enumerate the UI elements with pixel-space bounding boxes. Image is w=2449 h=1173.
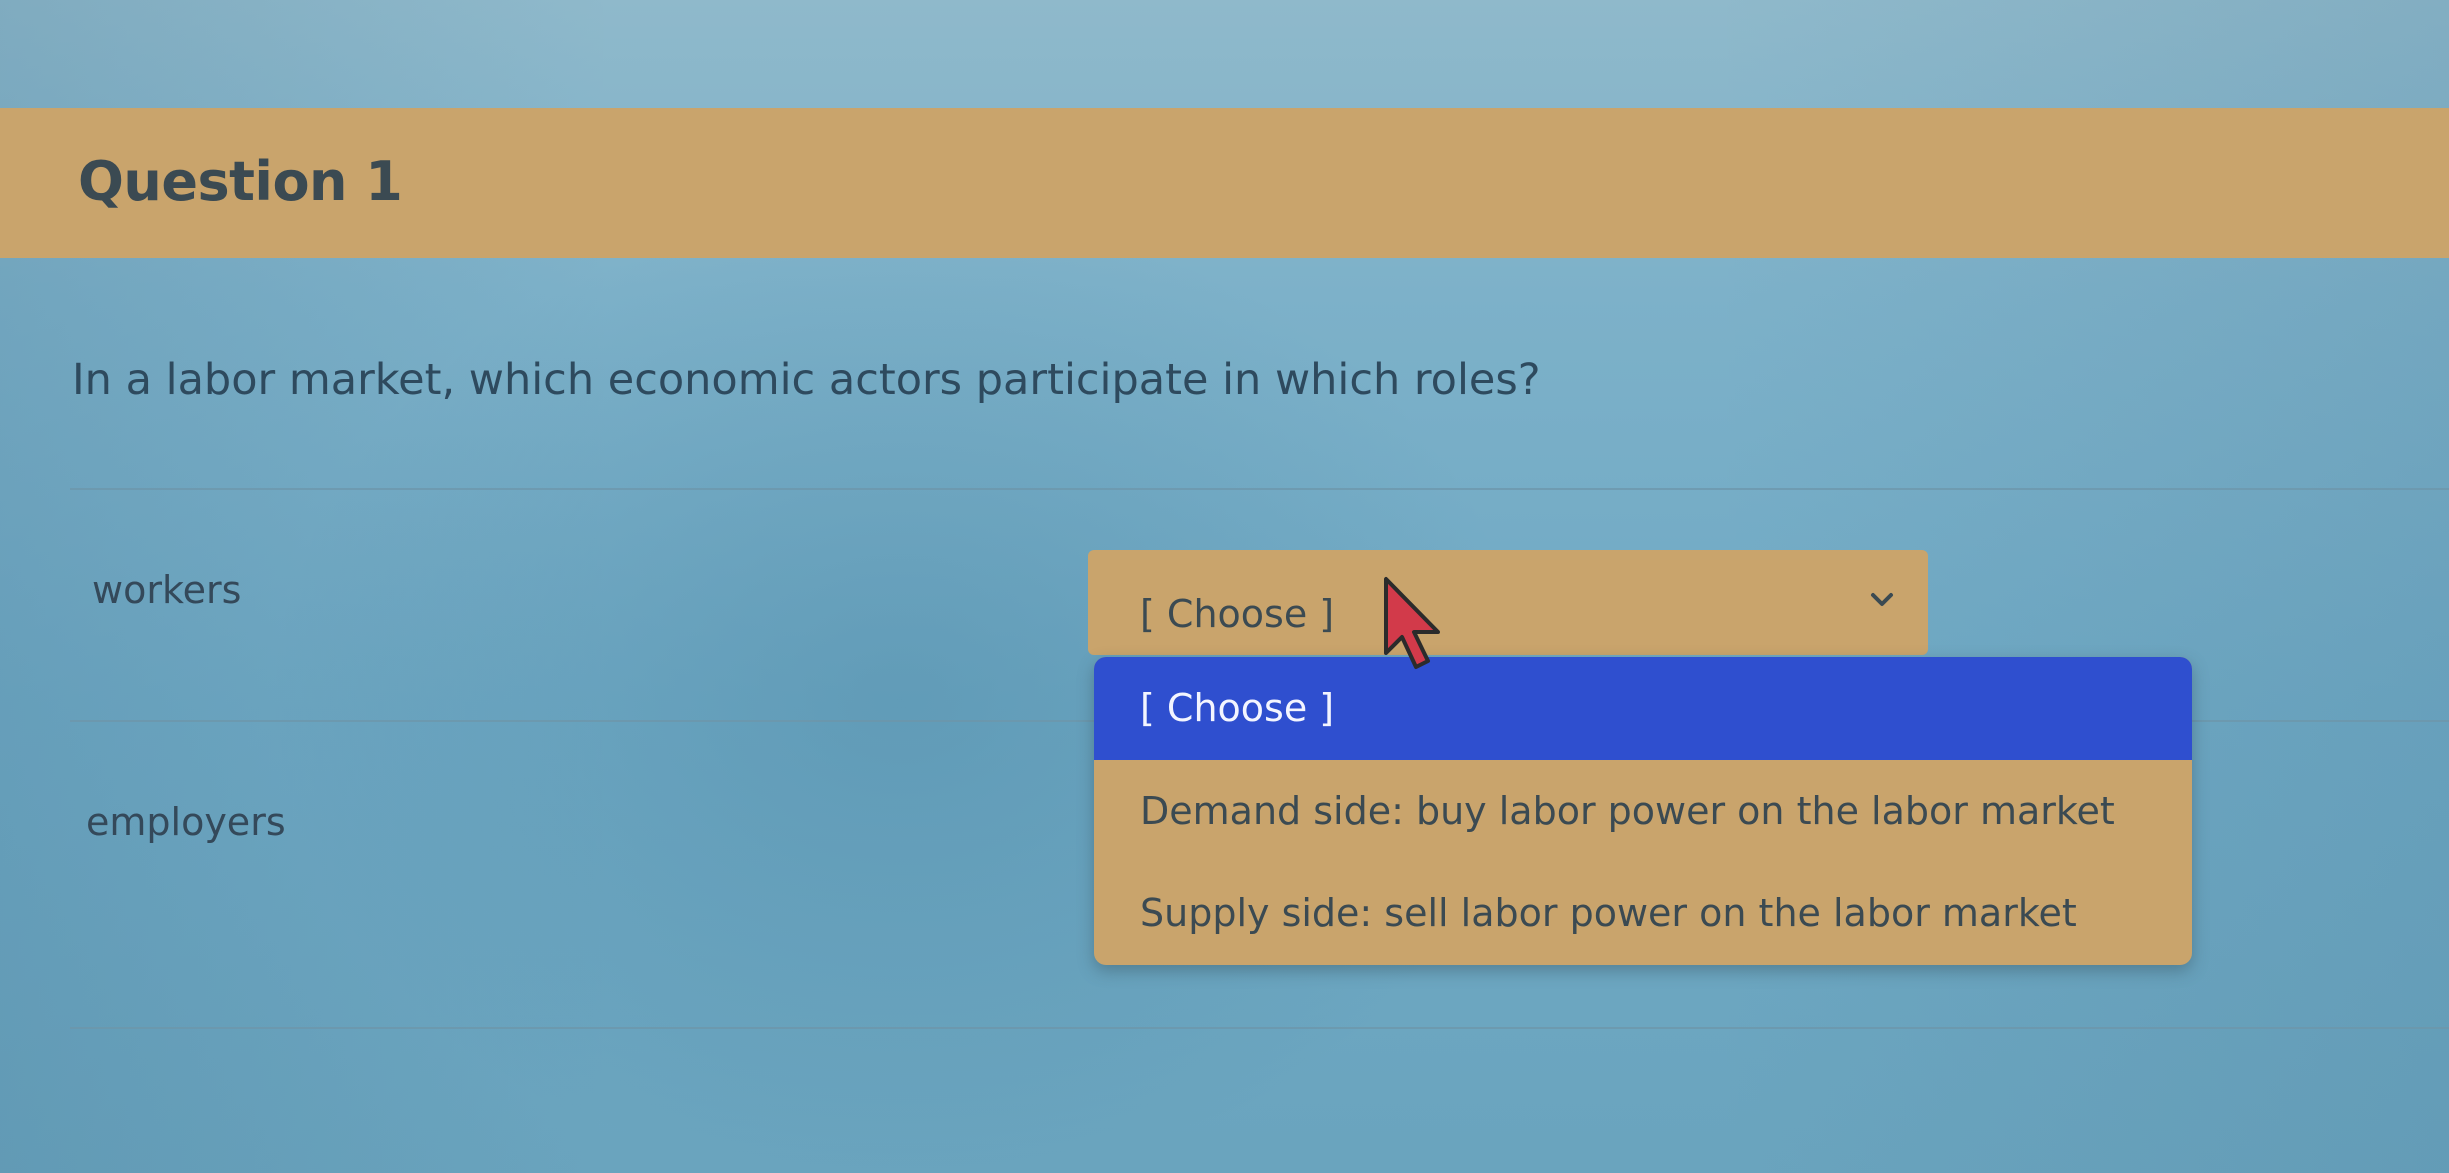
option-choose[interactable]: [ Choose ] — [1094, 657, 2192, 760]
chevron-down-icon — [1871, 593, 1893, 606]
workers-select[interactable]: [ Choose ] — [1088, 550, 1928, 655]
question-prompt: In a labor market, which economic actors… — [72, 355, 1541, 405]
row-label-employers: employers — [86, 800, 286, 844]
option-demand-side[interactable]: Demand side: buy labor power on the labo… — [1094, 760, 2192, 862]
divider — [70, 1027, 2449, 1029]
row-label-workers: workers — [92, 568, 242, 612]
divider — [70, 488, 2449, 490]
option-supply-side[interactable]: Supply side: sell labor power on the lab… — [1094, 862, 2192, 965]
options-dropdown: [ Choose ] Demand side: buy labor power … — [1094, 657, 2192, 965]
mouse-cursor-icon — [1384, 577, 1440, 669]
select-value: [ Choose ] — [1140, 592, 1335, 636]
question-title: Question 1 — [78, 150, 403, 213]
